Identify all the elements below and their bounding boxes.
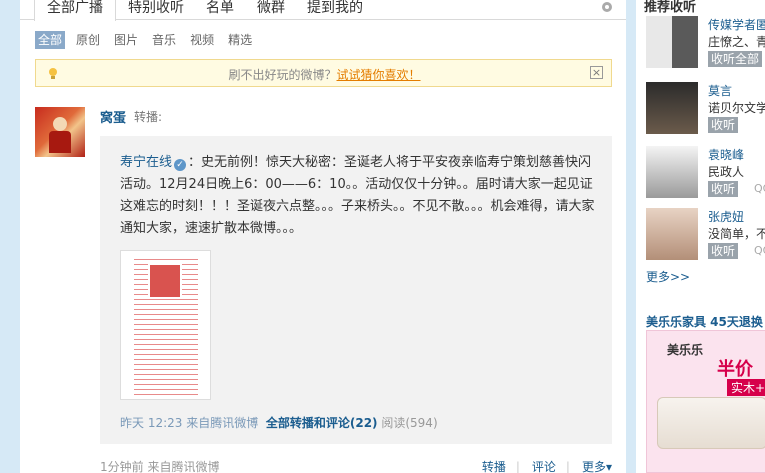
recommend-name[interactable]: 张虎妞 (708, 208, 744, 225)
feed-tabs: 全部广播 特别收听 名单 微群 提到我的 (20, 0, 626, 21)
recommend-item: 袁晓峰 民政人 收听 QQ (646, 146, 765, 202)
recommend-name[interactable]: 传媒学者匿 (708, 16, 765, 33)
ad-sub: 实木+ (727, 379, 765, 396)
more-recommend-link[interactable]: 更多>> (646, 268, 690, 285)
quoted-author[interactable]: 寿宁在线 (120, 155, 172, 170)
recommend-desc: 民政人 (708, 165, 745, 179)
recommend-desc: 没简单，不 (708, 227, 765, 241)
tab-lists[interactable]: 名单 (206, 0, 234, 20)
post-author[interactable]: 窝蛋 (100, 107, 126, 126)
filter-images[interactable]: 图片 (111, 31, 141, 49)
notice-link[interactable]: 试试猜你喜欢！ (337, 68, 421, 82)
ad-banner[interactable]: 美乐乐 半价 实木+ (646, 330, 765, 473)
filter-featured[interactable]: 精选 (225, 31, 255, 49)
quoted-text: 寿宁在线 ✓ ：史无前例！惊天大秘密：圣诞老人将于平安夜亲临寿宁策划慈善快闪活动。1… (120, 155, 595, 236)
main-feed: 全部广播 特别收听 名单 微群 提到我的 全部 原创 图片 音乐 视频 精选 刷不出好玩的… (20, 0, 626, 473)
post-action: 转播: (134, 110, 163, 124)
follow-all-button[interactable]: 收听全部 (708, 51, 763, 67)
more-button[interactable]: 更多▾ (582, 460, 612, 473)
notice-text: 刷不出好玩的微博？试试猜你喜欢！ (228, 68, 421, 82)
post-image[interactable] (120, 250, 211, 400)
sofa-image (657, 397, 765, 449)
ad-headline: 半价 (717, 359, 753, 380)
filter-all[interactable]: 全部 (35, 31, 66, 49)
content-filters: 全部 原创 图片 音乐 视频 精选 (35, 31, 263, 49)
avatar[interactable] (646, 16, 698, 68)
sidebar: 推荐收听 传媒学者匿 庄憭之、青 收听全部 莫言 诺贝尔文学 收听 袁晓峰 民政… (636, 0, 765, 473)
suggestion-notice: 刷不出好玩的微博？试试猜你喜欢！ × (35, 59, 612, 87)
ad-brand: 美乐乐 (667, 343, 704, 357)
comment-button[interactable]: 评论 (532, 460, 556, 473)
tab-groups[interactable]: 微群 (257, 0, 285, 20)
recommend-item: 莫言 诺贝尔文学 收听 (646, 82, 765, 138)
avatar[interactable] (35, 107, 85, 157)
qq-label: QQ (754, 244, 765, 257)
filter-music[interactable]: 音乐 (149, 31, 179, 49)
tab-mentions[interactable]: 提到我的 (307, 0, 363, 20)
ad-title[interactable]: 美乐乐家具 45天退换 (646, 313, 763, 330)
recommend-item: 张虎妞 没简单，不 收听 QQ (646, 208, 765, 264)
sidebar-header: 推荐收听 (644, 0, 697, 15)
gear-icon[interactable] (600, 0, 614, 14)
recommend-desc: 庄憭之、青 (708, 35, 765, 49)
qq-label: QQ (754, 182, 765, 195)
tab-special[interactable]: 特别收听 (128, 0, 184, 20)
follow-button[interactable]: 收听 (708, 181, 739, 197)
read-count: 阅读(594) (381, 416, 438, 430)
avatar[interactable] (646, 146, 698, 198)
tab-all[interactable]: 全部广播 (34, 0, 116, 21)
recommend-item: 传媒学者匿 庄憭之、青 收听全部 (646, 16, 765, 72)
filter-video[interactable]: 视频 (187, 31, 217, 49)
avatar[interactable] (646, 208, 698, 260)
post-footer: 1分钟前 来自腾讯微博 转播 | 评论 | 更多▾ (100, 460, 612, 473)
quoted-meta: 昨天 12:23 来自腾讯微博 全部转播和评论(22) 阅读(594) (120, 414, 438, 431)
quoted-time[interactable]: 昨天 12:23 来自腾讯微博 (120, 416, 258, 430)
post-time[interactable]: 1分钟前 来自腾讯微博 (100, 460, 219, 473)
filter-original[interactable]: 原创 (73, 31, 103, 49)
close-icon[interactable]: × (590, 66, 603, 79)
follow-button[interactable]: 收听 (708, 117, 739, 133)
quoted-post: 寿宁在线 ✓ ：史无前例！惊天大秘密：圣诞老人将于平安夜亲临寿宁策划慈善快闪活动。1… (100, 136, 612, 444)
recommend-name[interactable]: 袁晓峰 (708, 146, 744, 163)
verified-icon: ✓ (174, 159, 187, 171)
avatar[interactable] (646, 82, 698, 134)
recommend-name[interactable]: 莫言 (708, 82, 732, 99)
recommend-desc: 诺贝尔文学 (708, 101, 765, 115)
follow-button[interactable]: 收听 (708, 243, 739, 259)
repost-button[interactable]: 转播 (482, 460, 506, 473)
all-reposts-link[interactable]: 全部转播和评论(22) (266, 416, 378, 430)
